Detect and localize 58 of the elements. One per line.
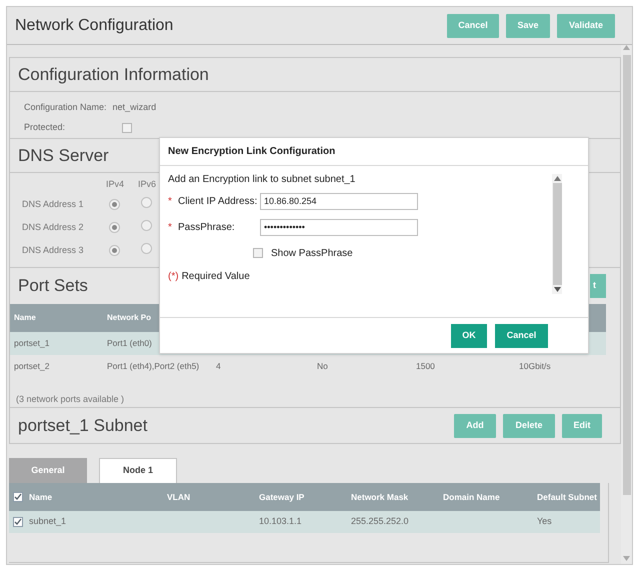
table-cell-text: 1500	[416, 360, 436, 373]
table-row[interactable]: subnet_1 10.103.1.1 255.255.252.0 Yes	[9, 511, 600, 533]
column-header: IPv6	[138, 178, 158, 192]
column-header: Domain Name	[443, 490, 501, 504]
column-header: Gateway IP	[259, 490, 306, 504]
table-cell-text: Port1 (eth0)	[107, 337, 153, 350]
table-cell-text: No	[317, 360, 329, 373]
action-button[interactable]: Edit	[562, 414, 602, 438]
field-label: Client IP Address:	[178, 194, 258, 208]
table-cell-text: portset_2	[14, 360, 50, 373]
action-button[interactable]: Cancel	[447, 14, 499, 38]
table-cell-text: 10Gbit/s	[519, 360, 552, 373]
section-title: Port Sets	[18, 275, 88, 298]
row-label: DNS Address 3	[22, 244, 85, 257]
required-marker: (*)	[168, 270, 179, 284]
action-button[interactable]: t	[590, 274, 606, 298]
column-header: Name	[29, 490, 54, 504]
field-label: Configuration Name:	[24, 101, 107, 114]
field-label: Protected:	[24, 121, 66, 134]
dialog-button[interactable]: Cancel	[495, 324, 548, 348]
column-header: VLAN	[167, 490, 192, 504]
table-cell-text: Port1 (eth4),Port2 (eth5)	[107, 360, 200, 373]
action-button[interactable]: Delete	[503, 414, 555, 438]
field-label: PassPhrase:	[178, 220, 236, 234]
section-title: Configuration Information	[18, 64, 209, 86]
section-title: DNS Server	[18, 144, 109, 167]
table-cell-text: 10.103.1.1	[259, 515, 303, 528]
required-marker: *	[168, 194, 173, 208]
table-cell-text: Yes	[537, 515, 553, 528]
column-header: Network Po	[107, 312, 152, 324]
dialog-intro: Add an Encryption link to subnet subnet_1	[168, 174, 356, 185]
page-title: Network Configuration	[15, 16, 174, 36]
checkbox-label: Show PassPhrase	[271, 246, 353, 260]
table-cell-text: 4	[216, 360, 222, 373]
dialog-title: New Encryption Link Configuration	[168, 145, 336, 159]
ports-note: (3 network ports available )	[16, 394, 124, 404]
tab[interactable]: Node 1	[99, 458, 177, 483]
table-row[interactable]: portset_2 Port1 (eth4),Port2 (eth5) 4 No 1500 10Gbit/s	[10, 355, 606, 378]
field-value: net_wizard	[112, 101, 156, 114]
table-cell-text: subnet_1	[29, 515, 68, 528]
table-cell-text: portset_1	[14, 337, 50, 350]
dialog-button[interactable]: OK	[451, 324, 487, 348]
table-cell-text: 255.255.252.0	[351, 515, 410, 528]
column-header: Network Mask	[351, 490, 410, 504]
column-header: Name	[14, 312, 37, 324]
required-marker: *	[168, 220, 173, 234]
section-title: portset_1 Subnet	[18, 414, 148, 437]
action-button[interactable]: Save	[506, 14, 550, 38]
column-header: Default Subnet	[537, 490, 598, 504]
column-header: IPv4	[106, 178, 126, 192]
action-button[interactable]: Add	[454, 414, 496, 438]
required-note: Required Value	[182, 270, 250, 284]
row-label: DNS Address 2	[22, 220, 85, 234]
row-label: DNS Address 1	[22, 198, 85, 211]
input-field[interactable]: •••••••••••••	[260, 218, 418, 236]
action-button[interactable]: Validate	[557, 14, 615, 38]
tab[interactable]: General	[9, 458, 87, 483]
input-field[interactable]: 10.86.80.254	[260, 192, 418, 210]
